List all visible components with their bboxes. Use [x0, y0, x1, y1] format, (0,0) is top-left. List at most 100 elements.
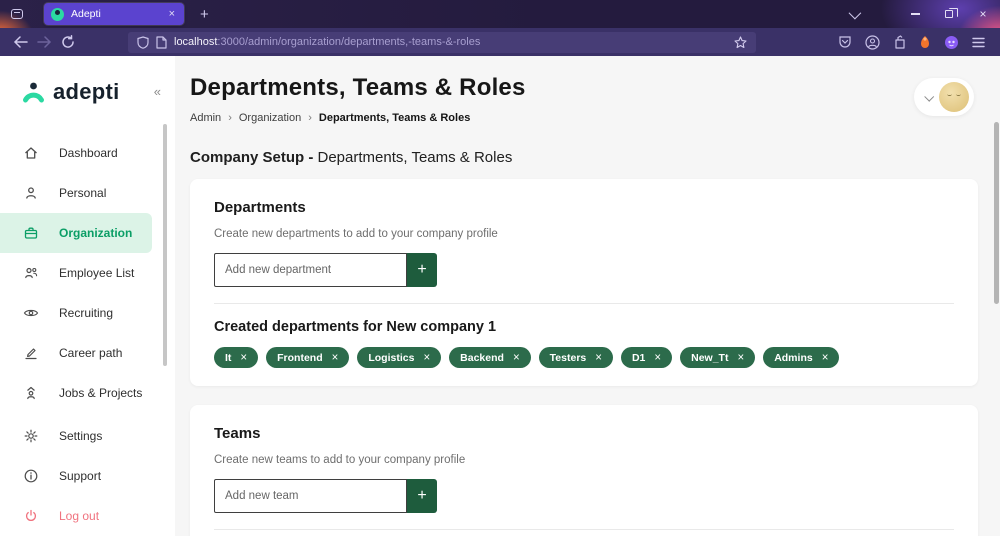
sidebar-item-label: Employee List: [59, 266, 134, 280]
back-icon[interactable]: [8, 31, 32, 53]
add-team-row: +: [214, 479, 954, 513]
chevron-down-icon: [924, 91, 934, 101]
extension-box-icon[interactable]: [893, 35, 906, 49]
pocket-icon[interactable]: [838, 35, 852, 49]
chip-remove-icon[interactable]: ×: [423, 352, 430, 364]
browser-window: Adepti × + × localhost:3000/admin/organi…: [0, 0, 1000, 536]
department-chip[interactable]: Frontend ×: [266, 347, 349, 368]
add-team-input[interactable]: [214, 479, 407, 513]
account-icon[interactable]: [865, 35, 880, 50]
chip-remove-icon[interactable]: ×: [737, 352, 744, 364]
sidebar-footer: Settings Support Log out: [0, 416, 175, 536]
avatar[interactable]: [939, 82, 969, 112]
sidebar-item-label: Dashboard: [59, 146, 118, 160]
sidebar-item-label: Jobs & Projects: [59, 386, 142, 400]
breadcrumb-separator: ›: [228, 112, 232, 124]
tab-overview-icon[interactable]: [8, 5, 26, 23]
extension-circle-icon[interactable]: [944, 35, 959, 50]
url-path: :3000/admin/organization/departments,-te…: [217, 36, 480, 48]
chip-label: D1: [632, 352, 645, 364]
add-team-button[interactable]: +: [407, 479, 437, 513]
pencil-icon: [22, 345, 39, 362]
department-chip[interactable]: Logistics×: [357, 347, 441, 368]
add-department-row: +: [214, 253, 954, 287]
collapse-sidebar-button[interactable]: «: [154, 84, 161, 99]
page-scrollbar[interactable]: [994, 122, 999, 304]
browser-toolbar: localhost:3000/admin/organization/depart…: [0, 28, 1000, 56]
department-chip[interactable]: Backend ×: [449, 347, 531, 368]
eye-icon: [22, 305, 39, 322]
reload-icon[interactable]: [56, 31, 80, 53]
tab-close-icon[interactable]: ×: [167, 8, 177, 20]
department-chip[interactable]: New_Tt ×: [680, 347, 755, 368]
chip-label: New_Tt: [691, 352, 728, 364]
sidebar-scrollbar[interactable]: [163, 124, 167, 366]
url-bar[interactable]: localhost:3000/admin/organization/depart…: [128, 32, 756, 53]
chip-remove-icon[interactable]: ×: [822, 352, 829, 364]
logo: adepti «: [0, 56, 175, 105]
company-setup-bold: Company Setup -: [190, 149, 313, 166]
chip-remove-icon[interactable]: ×: [654, 352, 661, 364]
teams-title: Teams: [214, 425, 954, 442]
close-window-button[interactable]: ×: [966, 0, 1000, 28]
sidebar-item-dashboard[interactable]: Dashboard: [0, 133, 175, 173]
sidebar-item-recruiting[interactable]: Recruiting: [0, 293, 175, 333]
chip-remove-icon[interactable]: ×: [240, 352, 247, 364]
company-setup-rest: Departments, Teams & Roles: [313, 149, 512, 166]
new-tab-button[interactable]: +: [196, 6, 213, 23]
department-chip[interactable]: It×: [214, 347, 258, 368]
chip-label: Backend: [460, 352, 504, 364]
department-chip[interactable]: D1 ×: [621, 347, 672, 368]
chip-label: Testers: [550, 352, 587, 364]
extension-orange-icon[interactable]: [919, 35, 931, 49]
app-body: adepti « Dashboard Personal: [0, 56, 1000, 536]
page-info-icon[interactable]: [156, 36, 167, 49]
menu-icon[interactable]: [972, 37, 985, 48]
department-chips: It×Frontend×Logistics×Backend×Testers×D1…: [214, 347, 954, 368]
sidebar-item-personal[interactable]: Personal: [0, 173, 175, 213]
breadcrumb-current: Departments, Teams & Roles: [319, 112, 470, 124]
chip-label: Frontend: [277, 352, 323, 364]
shield-icon[interactable]: [137, 36, 149, 49]
created-departments-title: Created departments for New company 1: [214, 319, 954, 335]
briefcase-icon: [22, 225, 39, 242]
adepti-logo-icon: [20, 78, 47, 105]
gear-icon: [22, 428, 39, 445]
sidebar: adepti « Dashboard Personal: [0, 56, 175, 536]
add-department-button[interactable]: +: [407, 253, 437, 287]
breadcrumb-organization[interactable]: Organization: [239, 112, 301, 124]
url-host: localhost: [174, 36, 217, 48]
sidebar-item-label: Organization: [59, 226, 132, 240]
sidebar-nav: Dashboard Personal Organization: [0, 133, 175, 413]
breadcrumb-admin[interactable]: Admin: [190, 112, 221, 124]
toolbar-extensions-area: [838, 35, 992, 50]
sidebar-item-support[interactable]: Support: [0, 456, 175, 496]
department-chip[interactable]: Admins×: [763, 347, 839, 368]
sidebar-item-organization[interactable]: Organization: [0, 213, 152, 253]
person-up-icon: [22, 385, 39, 402]
sidebar-item-career-path[interactable]: Career path: [0, 333, 175, 373]
browser-tab-adepti[interactable]: Adepti ×: [44, 3, 184, 25]
maximize-button[interactable]: [932, 0, 966, 28]
sidebar-item-label: Career path: [59, 346, 122, 360]
sidebar-item-settings[interactable]: Settings: [0, 416, 175, 456]
chip-remove-icon[interactable]: ×: [513, 352, 520, 364]
user-menu[interactable]: [914, 78, 974, 116]
power-icon: [22, 508, 39, 525]
bookmark-star-icon[interactable]: [734, 36, 747, 49]
sidebar-item-logout[interactable]: Log out: [0, 496, 175, 536]
teams-card: Teams Create new teams to add to your co…: [190, 405, 978, 536]
list-all-tabs-icon[interactable]: [836, 0, 870, 28]
forward-icon[interactable]: [32, 31, 56, 53]
chip-remove-icon[interactable]: ×: [332, 352, 339, 364]
department-chip[interactable]: Testers ×: [539, 347, 613, 368]
departments-card: Departments Create new departments to ad…: [190, 179, 978, 386]
departments-title: Departments: [214, 199, 954, 216]
chip-remove-icon[interactable]: ×: [595, 352, 602, 364]
sidebar-item-jobs-projects[interactable]: Jobs & Projects: [0, 373, 175, 413]
sidebar-item-employee-list[interactable]: Employee List: [0, 253, 175, 293]
add-department-input[interactable]: [214, 253, 407, 287]
url-text: localhost:3000/admin/organization/depart…: [174, 36, 727, 48]
logo-text: adepti: [53, 79, 120, 105]
minimize-button[interactable]: [898, 0, 932, 28]
